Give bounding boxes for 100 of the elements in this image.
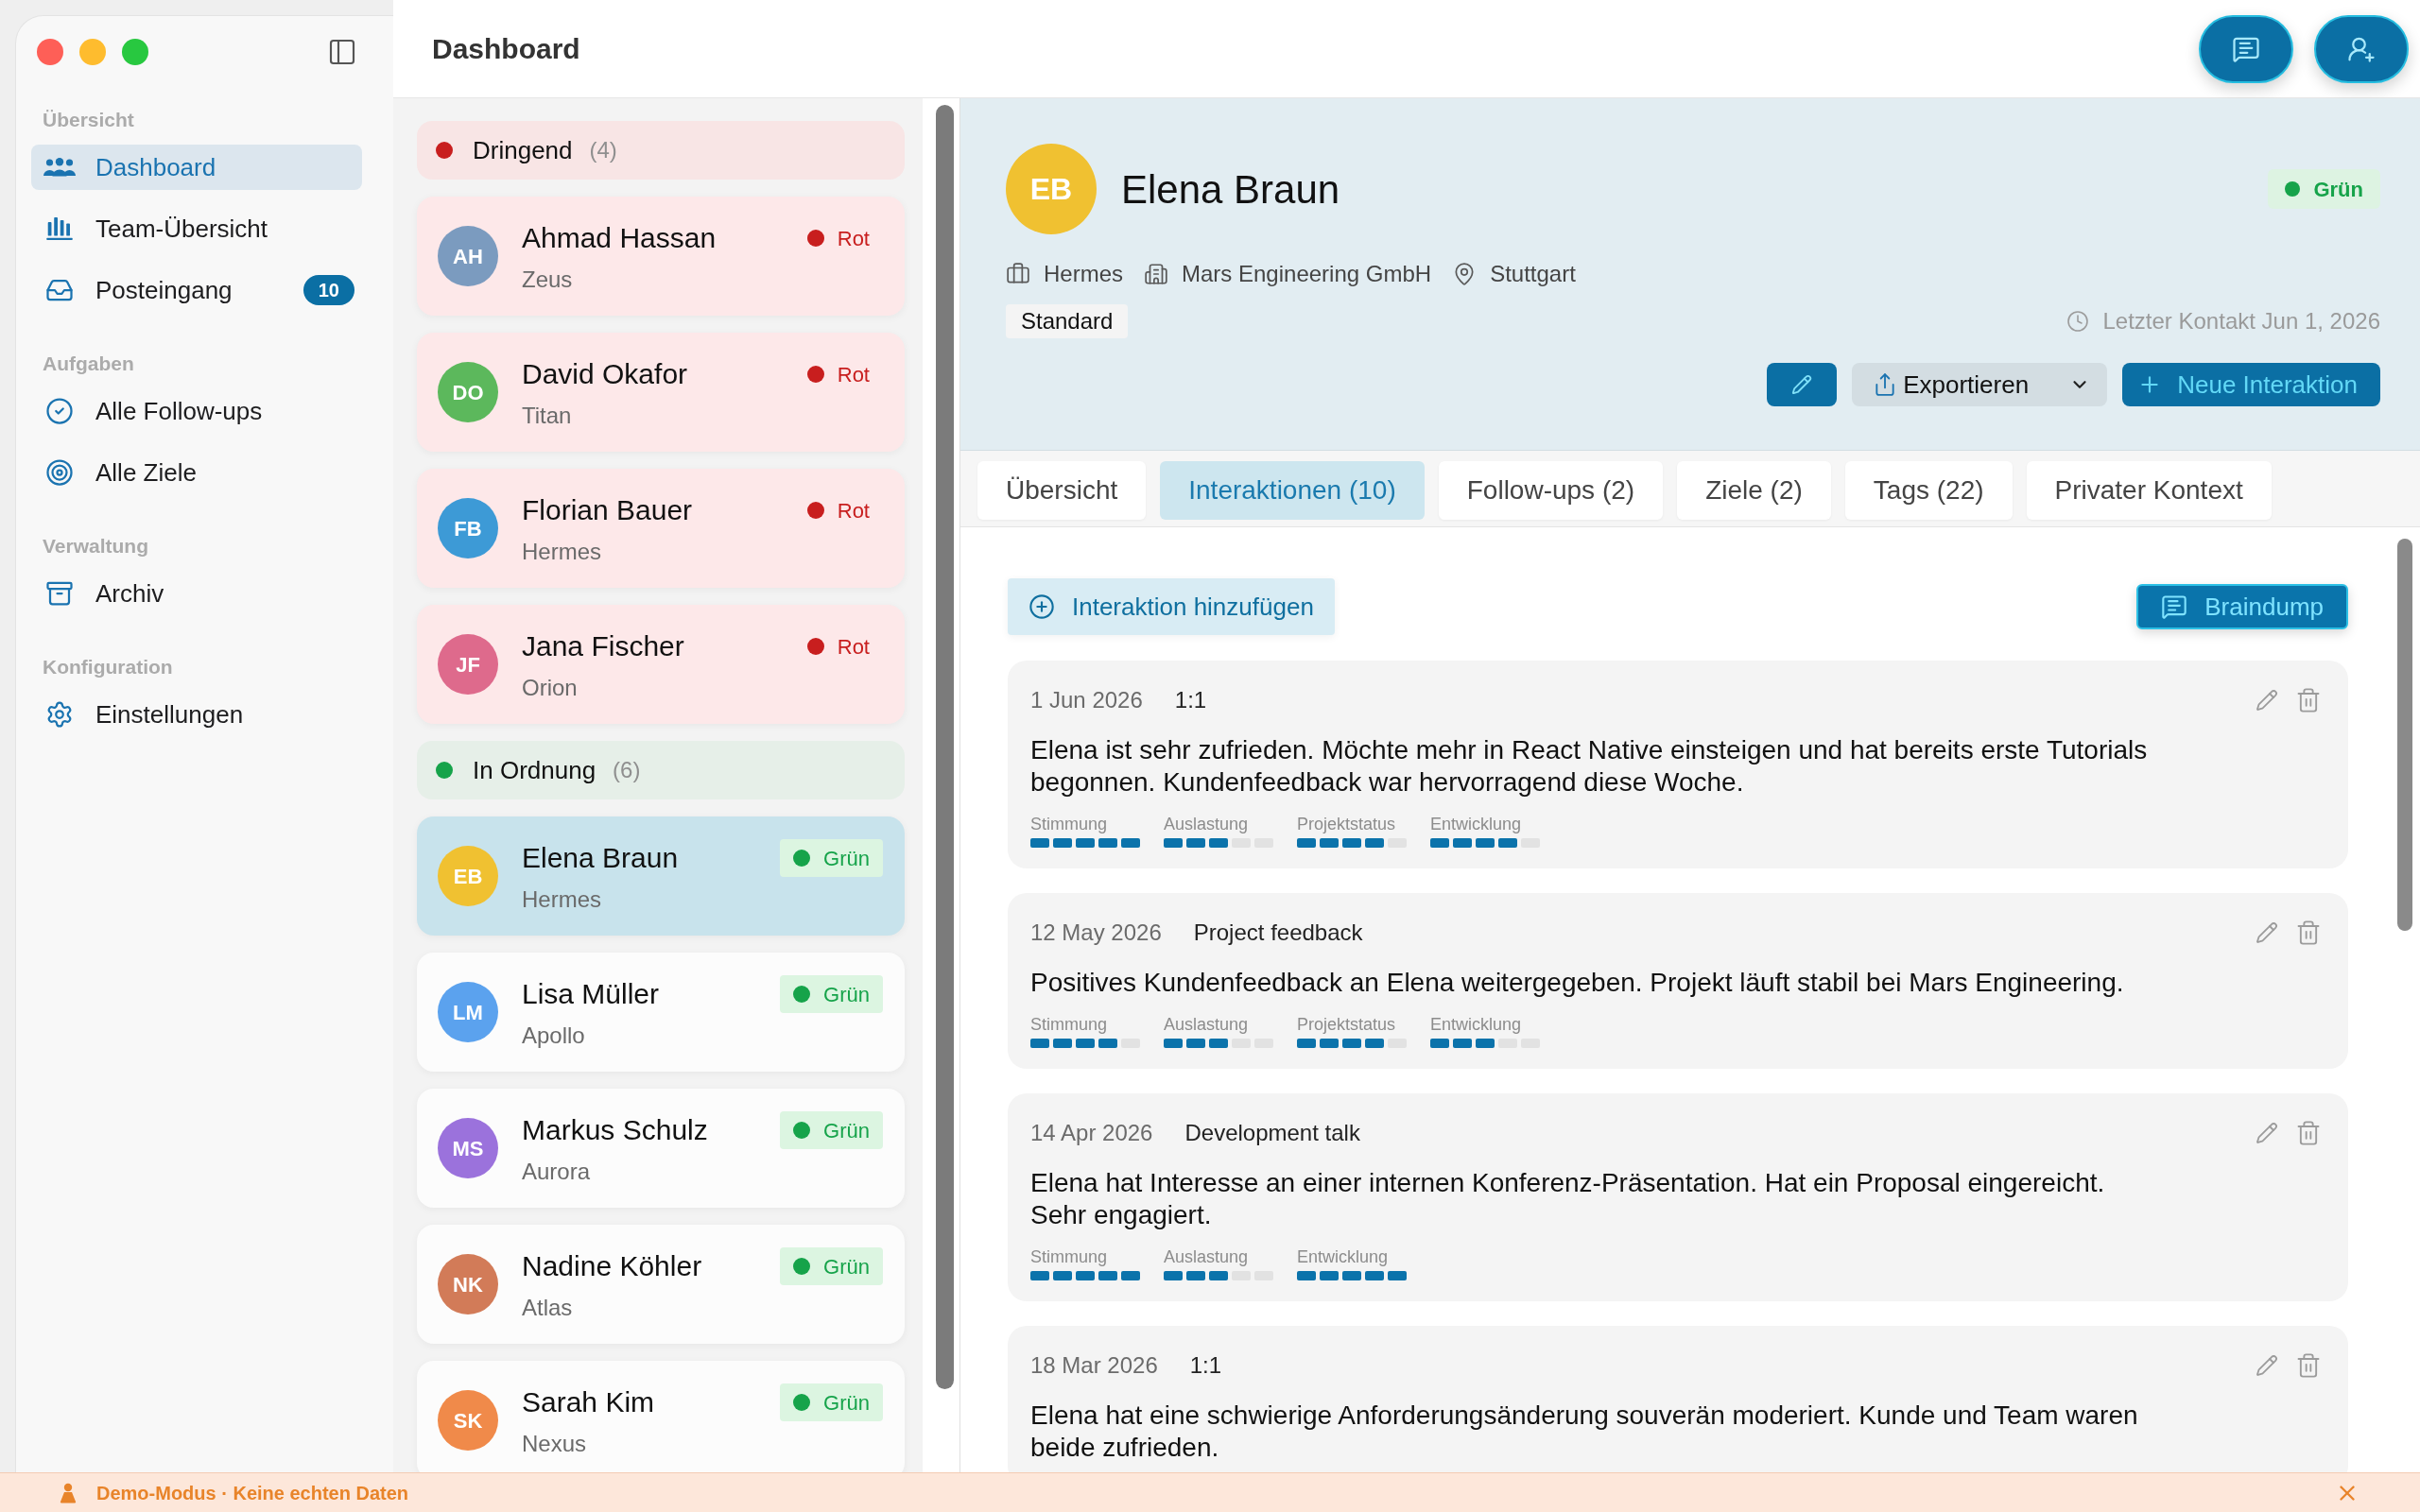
chat-button[interactable] xyxy=(2199,14,2293,83)
rating-segment-icon xyxy=(1388,1271,1407,1280)
add-contact-button[interactable] xyxy=(2314,14,2409,83)
clock-icon xyxy=(2066,310,2090,333)
braindump-button[interactable]: Braindump xyxy=(2136,584,2348,629)
rating-segment-icon xyxy=(1365,838,1384,848)
trash-icon[interactable] xyxy=(2295,1120,2322,1146)
trash-icon[interactable] xyxy=(2295,919,2322,946)
rating-segment-icon xyxy=(1476,1039,1495,1048)
avatar: JF xyxy=(438,634,498,695)
rating-segment-icon xyxy=(1342,838,1361,848)
sidebar-item[interactable]: Einstellungen xyxy=(31,692,362,737)
rating-segment-icon xyxy=(1098,838,1117,848)
sidebar-item[interactable]: Dashboard xyxy=(31,145,362,190)
contact-name: Ahmad Hassan xyxy=(522,221,717,255)
contact-name: Elena Braun xyxy=(1121,165,1340,214)
contact-subtitle: Atlas xyxy=(522,1294,574,1322)
rating-segment-icon xyxy=(1320,1039,1339,1048)
interaction-text: Positives Kundenfeedback an Elena weitergegeben. Projekt läuft stabil bei Mars Engineering. xyxy=(1030,967,2125,999)
metric-label: Entwicklung xyxy=(1430,814,1523,834)
export-button[interactable]: Exportieren xyxy=(1852,363,2108,406)
avatar: LM xyxy=(438,982,498,1042)
tab[interactable]: Tags (22) xyxy=(1844,461,2013,520)
contact-name: Sarah Kim xyxy=(522,1385,655,1419)
rating-segment-icon xyxy=(1164,838,1183,848)
rating-segment-icon xyxy=(1297,1039,1316,1048)
scrollbar-thumb[interactable] xyxy=(936,105,954,1389)
sidebar-item[interactable]: Alle Ziele xyxy=(31,450,362,495)
contact-name: Lisa Müller xyxy=(522,977,660,1011)
pencil-icon[interactable] xyxy=(2256,1354,2278,1377)
trash-icon[interactable] xyxy=(2295,1352,2322,1379)
interaction-date: 18 Mar 2026 xyxy=(1030,1351,1158,1380)
contact-card[interactable]: NK Nadine Köhler Atlas Grün xyxy=(417,1225,905,1344)
interaction-text: Elena hat eine schwierige Anforderungsänderung souverän moderiert. Kunde und Team waren beide zufrieden. xyxy=(1030,1400,2139,1464)
window-zoom-icon[interactable] xyxy=(122,39,148,65)
interaction-date: 12 May 2026 xyxy=(1030,919,1162,947)
group-label: Dringend xyxy=(473,134,573,166)
contact-card[interactable]: JF Jana Fischer Orion Rot xyxy=(417,605,905,724)
rating-segment-icon xyxy=(1053,1271,1072,1280)
contact-card[interactable]: EB Elena Braun Hermes Grün xyxy=(417,816,905,936)
meta-text: Mars Engineering GmbH xyxy=(1182,260,1432,288)
sidebar-item[interactable]: Alle Follow-ups xyxy=(31,388,362,434)
avatar: SK xyxy=(438,1390,498,1451)
rating-segment-icon xyxy=(1030,838,1049,848)
chat-icon xyxy=(2161,593,2188,620)
avatar: FB xyxy=(438,498,498,558)
contact-subtitle: Orion xyxy=(522,674,579,702)
contact-subtitle: Titan xyxy=(522,402,573,430)
metric-label: Stimmung xyxy=(1030,1246,1109,1267)
sidebar-item[interactable]: Posteingang 10 xyxy=(31,267,362,313)
sidebar-item[interactable]: Archiv xyxy=(31,571,362,616)
contact-card[interactable]: DO David Okafor Titan Rot xyxy=(417,333,905,452)
interaction-date: 1 Jun 2026 xyxy=(1030,686,1143,714)
status-label: Rot xyxy=(837,497,870,524)
contact-name: Florian Bauer xyxy=(522,493,693,527)
sidebar-item[interactable]: Team-Übersicht xyxy=(31,206,362,251)
avatar: EB xyxy=(1006,144,1097,234)
metric-label: Auslastung xyxy=(1164,1246,1250,1267)
add-interaction-button[interactable]: Interaktion hinzufügen xyxy=(1008,578,1335,635)
tab[interactable]: Follow-ups (2) xyxy=(1438,461,1664,520)
metric-label: Entwicklung xyxy=(1297,1246,1390,1267)
rating-segment-icon xyxy=(1342,1271,1361,1280)
tab[interactable]: Ziele (2) xyxy=(1677,461,1831,520)
tab[interactable]: Übersicht xyxy=(977,461,1147,520)
interaction-text: Elena ist sehr zufrieden. Möchte mehr in React Native einsteigen und hat bereits erste Tutorials begonnen. Kundenfeedback war hervorragend diese Woche. xyxy=(1030,734,2149,799)
pencil-icon[interactable] xyxy=(2256,689,2278,712)
tab[interactable]: Privater Kontext xyxy=(2026,461,2272,520)
trash-icon[interactable] xyxy=(2295,687,2322,713)
rating-segment-icon xyxy=(1476,838,1495,848)
edit-button[interactable] xyxy=(1767,363,1838,406)
contact-card[interactable]: AH Ahmad Hassan Zeus Rot xyxy=(417,197,905,316)
contact-name: Markus Schulz xyxy=(522,1113,708,1147)
status-label: Grün xyxy=(823,1389,870,1417)
pencil-icon[interactable] xyxy=(2256,1122,2278,1144)
rating-segment-icon xyxy=(1297,1271,1316,1280)
contact-card[interactable]: SK Sarah Kim Nexus Grün xyxy=(417,1361,905,1472)
group-count: (4) xyxy=(589,136,617,164)
rating-segment-icon xyxy=(1030,1271,1049,1280)
rating-segment-icon xyxy=(1164,1271,1183,1280)
contact-card[interactable]: LM Lisa Müller Apollo Grün xyxy=(417,953,905,1072)
section-label: Verwaltung xyxy=(42,534,150,558)
contact-card[interactable]: FB Florian Bauer Hermes Rot xyxy=(417,469,905,588)
metric-label: Stimmung xyxy=(1030,1014,1109,1035)
window-close-icon[interactable] xyxy=(37,39,63,65)
rating-segment-icon xyxy=(1076,1039,1095,1048)
contact-subtitle: Zeus xyxy=(522,266,574,294)
contact-card[interactable]: MS Markus Schulz Aurora Grün xyxy=(417,1089,905,1208)
avatar: NK xyxy=(438,1254,498,1314)
scrollbar-thumb[interactable] xyxy=(2397,539,2412,931)
bar-chart-icon xyxy=(46,217,73,240)
metric-label: Auslastung xyxy=(1164,814,1250,834)
avatar: AH xyxy=(438,226,498,286)
tab[interactable]: Interaktionen (10) xyxy=(1160,461,1425,520)
rating-segment-icon xyxy=(1297,838,1316,848)
contact-subtitle: Nexus xyxy=(522,1430,588,1458)
contact-subtitle: Aurora xyxy=(522,1158,592,1186)
contact-subtitle: Apollo xyxy=(522,1022,586,1050)
pencil-icon[interactable] xyxy=(2256,921,2278,944)
metric-label: Entwicklung xyxy=(1430,1014,1523,1035)
window-minimize-icon[interactable] xyxy=(79,39,106,65)
